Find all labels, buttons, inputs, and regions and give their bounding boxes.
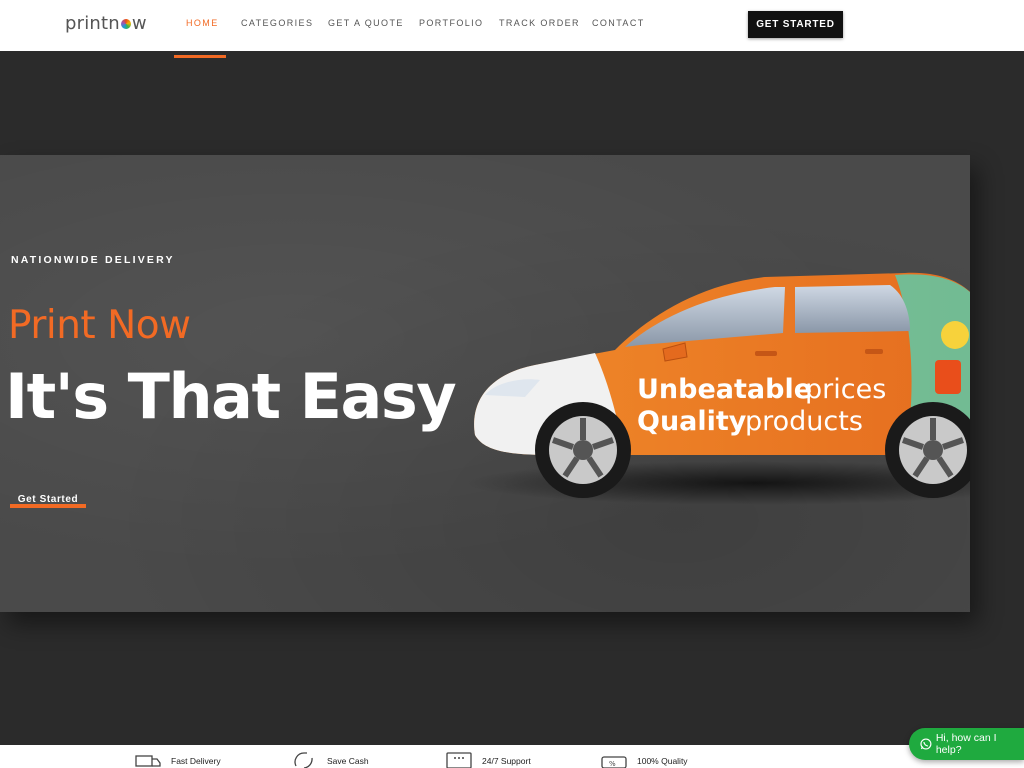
brand-logo[interactable]: printn w bbox=[65, 13, 147, 34]
site-header: printn w HOME CATEGORIES GET A QUOTE PORT… bbox=[0, 0, 1024, 51]
logo-color-dot bbox=[120, 19, 131, 29]
feature-label: 24/7 Support bbox=[482, 756, 531, 766]
nav-portfolio[interactable]: PORTFOLIO bbox=[419, 18, 483, 28]
truck-icon bbox=[135, 755, 161, 767]
get-started-header-button[interactable]: GET STARTED bbox=[748, 11, 843, 38]
hero-eyebrow: NATIONWIDE DELIVERY bbox=[11, 254, 175, 266]
nav-track-order[interactable]: TRACK ORDER bbox=[499, 18, 580, 28]
feature-label: 100% Quality bbox=[637, 756, 688, 766]
nav-home[interactable]: HOME bbox=[186, 18, 219, 28]
feature-support: 24/7 Support bbox=[446, 750, 531, 768]
branded-car-image: Unbeatable prices Quality products bbox=[465, 272, 970, 505]
active-nav-indicator bbox=[174, 55, 226, 58]
nav-contact[interactable]: CONTACT bbox=[592, 18, 645, 28]
svg-text:%: % bbox=[609, 760, 616, 768]
chat-label: Hi, how can I help? bbox=[935, 732, 997, 756]
feature-label: Save Cash bbox=[327, 756, 369, 766]
feature-quality: % 100% Quality bbox=[601, 750, 688, 768]
logo-text-start: printn bbox=[65, 13, 120, 34]
feature-label: Fast Delivery bbox=[171, 756, 221, 766]
hero-subtitle: Print Now bbox=[8, 303, 191, 348]
nav-categories[interactable]: CATEGORIES bbox=[241, 18, 313, 28]
car-text-line2-bold: Quality bbox=[637, 406, 747, 437]
whatsapp-icon bbox=[920, 738, 932, 750]
feature-save-cash: Save Cash bbox=[291, 750, 369, 768]
get-started-hero-button[interactable]: Get Started bbox=[10, 491, 86, 508]
quality-badge-icon: % bbox=[601, 756, 627, 768]
whatsapp-chat-button[interactable]: Hi, how can I help? bbox=[909, 728, 1024, 760]
nav-get-a-quote[interactable]: GET A QUOTE bbox=[328, 18, 404, 28]
chat-support-icon bbox=[446, 752, 472, 768]
hero-banner: NATIONWIDE DELIVERY Print Now It's That … bbox=[0, 155, 970, 612]
features-bar: Fast Delivery Save Cash 24/7 Support % 1… bbox=[0, 745, 1024, 768]
refresh-cash-icon bbox=[294, 752, 313, 768]
logo-text-end: w bbox=[131, 13, 147, 34]
car-text-line1-bold: Unbeatable bbox=[637, 374, 812, 405]
car-text-line1-light: prices bbox=[805, 374, 886, 405]
car-text-line2-light: products bbox=[745, 406, 863, 437]
feature-fast-delivery: Fast Delivery bbox=[135, 750, 221, 768]
hero-title: It's That Easy bbox=[5, 360, 457, 433]
